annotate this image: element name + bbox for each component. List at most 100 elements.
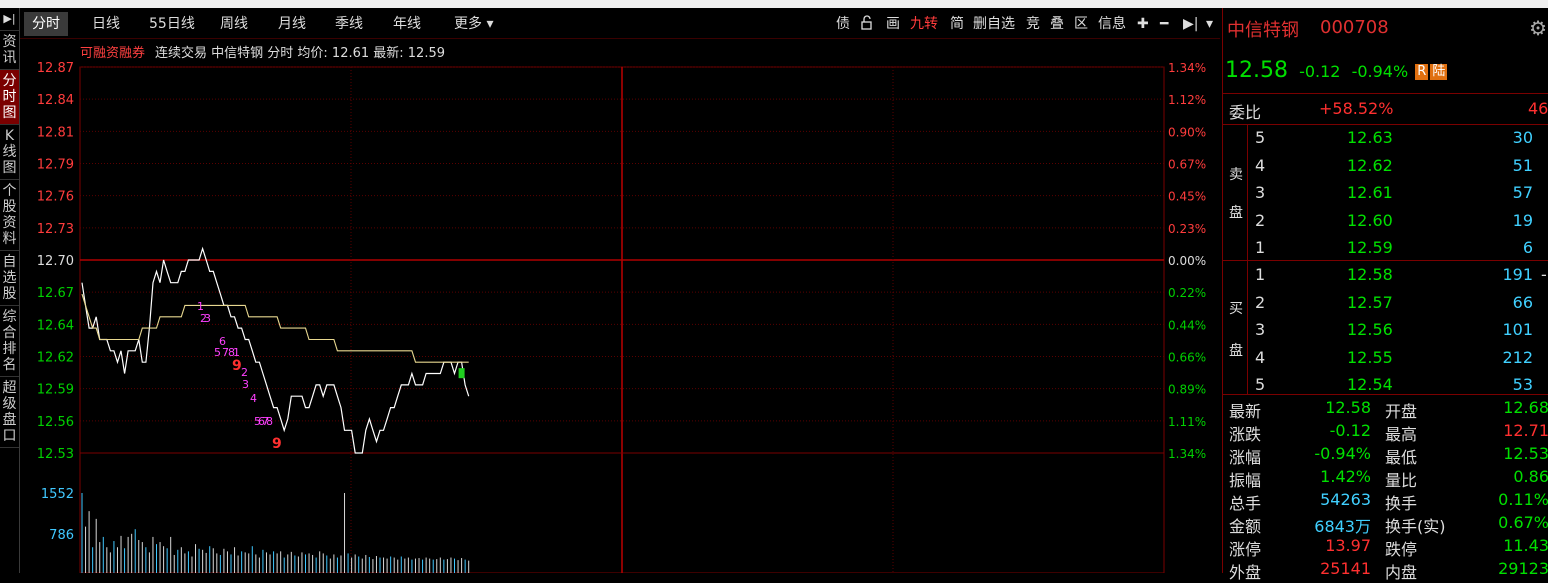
stat-label: 振幅 — [1229, 471, 1262, 490]
nav-item-super-book[interactable]: 超级盘口 — [0, 377, 19, 448]
level-price: 12.63 — [1347, 128, 1393, 147]
stat-row: 涨跌 -0.12 最高 12.71 — [1223, 421, 1548, 444]
nav-item-kline[interactable]: K线图 — [0, 125, 19, 180]
auction-button[interactable]: 竞 — [1026, 12, 1040, 36]
level-number: 3 — [1255, 183, 1266, 202]
stat-value: -0.94% — [1314, 444, 1371, 463]
pct-tick-label: 1.11% — [1168, 415, 1206, 429]
side-divider — [1247, 124, 1248, 394]
level-volume: 53 — [1512, 375, 1533, 394]
sell-level-row[interactable]: 2 12.60 19 — [1223, 211, 1548, 233]
simple-button[interactable]: 简 — [950, 12, 964, 36]
stat-label: 跌停 — [1385, 540, 1418, 559]
level-price: 12.54 — [1347, 375, 1393, 394]
tab-intraday[interactable]: 分时 — [24, 12, 68, 36]
bond-button[interactable]: 债 — [836, 12, 850, 36]
stat-label: 内盘 — [1385, 563, 1418, 582]
buy-level-row[interactable]: 3 12.56 101 — [1223, 320, 1548, 342]
nine-turn-mark: 3 — [242, 378, 249, 391]
y-tick-label: 12.70 — [37, 254, 74, 269]
stat-value: 1.42% — [1320, 467, 1371, 486]
y-tick-label: 12.84 — [37, 93, 74, 108]
nav-item-watchlist[interactable]: 自选股 — [0, 251, 19, 306]
pct-tick-label: 0.45% — [1168, 190, 1206, 204]
nav-item-ranking[interactable]: 综合排名 — [0, 306, 19, 377]
period-tabs: 分时 日线 55日线 周线 月线 季线 年线 更多 ▾ 债 画 九转 简 删自选… — [20, 8, 1220, 39]
level-number: 1 — [1255, 238, 1266, 257]
stat-label: 金额 — [1229, 517, 1262, 536]
collapse-toggle-icon[interactable]: ▶| — [0, 8, 19, 31]
y-tick-label: 12.76 — [37, 190, 74, 205]
level-price: 12.61 — [1347, 183, 1393, 202]
zoom-in-icon[interactable]: ✚ — [1137, 12, 1149, 36]
sell-level-row[interactable]: 3 12.61 57 — [1223, 183, 1548, 205]
overlay-button[interactable]: 叠 — [1050, 12, 1064, 36]
level-volume: 30 — [1512, 128, 1533, 147]
stat-value: -0.12 — [1329, 421, 1371, 440]
nav-item-intraday[interactable]: 分时图 — [0, 70, 19, 125]
stat-value: 0.11% — [1498, 490, 1548, 509]
left-nav: ▶| 资讯 分时图 K线图 个股资料 自选股 综合排名 超级盘口 — [0, 8, 20, 573]
buy-level-row[interactable]: 1 12.58 191- — [1223, 265, 1548, 287]
chevron-down-icon[interactable]: ▾ — [1206, 12, 1213, 36]
nav-item-profile[interactable]: 个股资料 — [0, 180, 19, 251]
range-button[interactable]: 区 — [1074, 12, 1088, 36]
volume-tick-label: 1552 — [41, 487, 74, 502]
level-volume: 51 — [1512, 155, 1533, 175]
stat-value: 13.97 — [1325, 536, 1371, 555]
y-tick-label: 12.53 — [37, 447, 74, 462]
info-button[interactable]: 信息 — [1098, 12, 1126, 36]
buy-level-row[interactable]: 4 12.55 212 — [1223, 348, 1548, 370]
stat-label: 换手(实) — [1385, 517, 1446, 536]
y-tick-label: 12.79 — [37, 158, 74, 173]
margin-badge: R — [1415, 64, 1429, 80]
stat-row: 振幅 1.42% 量比 0.86 — [1223, 467, 1548, 490]
buy-level-row[interactable]: 2 12.57 66 — [1223, 293, 1548, 315]
sell-level-row[interactable]: 4 12.62 51 — [1223, 156, 1548, 178]
go-end-icon[interactable]: ▶| — [1183, 12, 1198, 36]
stat-label: 涨幅 — [1229, 448, 1262, 467]
y-tick-label: 12.59 — [37, 383, 74, 398]
level-number: 2 — [1255, 210, 1266, 230]
pct-tick-label: 1.34% — [1168, 61, 1206, 75]
sell-level-row[interactable]: 1 12.59 6 — [1223, 238, 1548, 260]
lock-icon[interactable] — [860, 12, 876, 36]
nine-turn-mark: 8 — [266, 415, 273, 428]
y-tick-label: 12.73 — [37, 222, 74, 237]
level-price: 12.59 — [1347, 238, 1393, 257]
window-top-strip — [0, 0, 1548, 8]
tab-daily[interactable]: 日线 — [92, 12, 120, 36]
stat-value: 12.58 — [1325, 398, 1371, 417]
stat-value: 11.43 — [1503, 536, 1548, 555]
tab-quarterly[interactable]: 季线 — [335, 12, 363, 36]
tab-weekly[interactable]: 周线 — [220, 12, 248, 36]
pct-tick-label: 0.22% — [1168, 286, 1206, 300]
nav-item-news[interactable]: 资讯 — [0, 31, 19, 70]
stat-label: 量比 — [1385, 471, 1418, 490]
sell-level-row[interactable]: 5 12.63 30 — [1223, 128, 1548, 150]
divider — [1223, 93, 1548, 94]
stat-label: 外盘 — [1229, 563, 1262, 582]
pct-tick-label: 0.00% — [1168, 254, 1206, 268]
tab-monthly[interactable]: 月线 — [278, 12, 306, 36]
average-line — [81, 293, 469, 363]
remove-watchlist-button[interactable]: 删自选 — [973, 12, 1015, 36]
level-volume: 57 — [1512, 183, 1533, 202]
intraday-chart[interactable]: 12.87 1.34% 12.84 1.12% 12.81 0.90% 12.79 0.67%… — [20, 38, 1220, 573]
nine-turn-button[interactable]: 九转 — [910, 12, 938, 36]
level-number: 2 — [1255, 292, 1266, 312]
zoom-out-icon[interactable]: ━ — [1160, 12, 1168, 36]
tab-55day[interactable]: 55日线 — [149, 12, 195, 36]
tab-yearly[interactable]: 年线 — [393, 12, 421, 36]
draw-button[interactable]: 画 — [886, 12, 900, 36]
level-price: 12.56 — [1347, 320, 1393, 339]
stat-value: 0.86 — [1513, 467, 1548, 486]
y-tick-label: 12.62 — [37, 351, 74, 366]
tab-more[interactable]: 更多 ▾ — [454, 12, 493, 36]
stat-row: 涨停 13.97 跌停 11.43 — [1223, 536, 1548, 559]
stat-label: 最新 — [1229, 402, 1262, 421]
level-volume: 66 — [1512, 292, 1533, 312]
gear-icon[interactable]: ⚙ — [1529, 16, 1547, 40]
level-price: 12.57 — [1347, 292, 1393, 312]
pct-tick-label: 0.66% — [1168, 351, 1206, 365]
